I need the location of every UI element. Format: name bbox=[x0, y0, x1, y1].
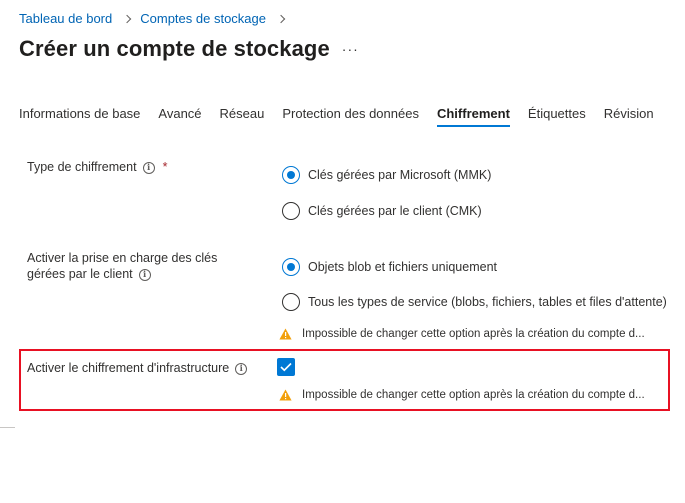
cmk-support-label: Activer la prise en charge des clés géré… bbox=[27, 250, 217, 282]
tab-review[interactable]: Révision bbox=[604, 106, 654, 127]
radio-label: Objets blob et fichiers uniquement bbox=[308, 260, 497, 274]
warning-text: Impossible de changer cette option après… bbox=[302, 389, 645, 401]
infrastructure-warning-message: Impossible de changer cette option après… bbox=[279, 389, 645, 401]
radio-microsoft-managed-keys[interactable]: Clés gérées par Microsoft (MMK) bbox=[282, 166, 491, 184]
radio-label: Clés gérées par le client (CMK) bbox=[308, 204, 482, 218]
radio-blobs-files-only[interactable]: Objets blob et fichiers uniquement bbox=[282, 258, 497, 276]
tab-advanced[interactable]: Avancé bbox=[158, 106, 201, 127]
tab-networking[interactable]: Réseau bbox=[220, 106, 265, 127]
infrastructure-encryption-checkbox[interactable] bbox=[277, 358, 295, 376]
page-title: Créer un compte de stockage bbox=[19, 36, 330, 61]
wizard-tabs: Informations de base Avancé Réseau Prote… bbox=[19, 106, 672, 127]
breadcrumb: Tableau de bord Comptes de stockage bbox=[19, 11, 294, 26]
warning-triangle-icon bbox=[279, 389, 292, 401]
tab-data-protection[interactable]: Protection des données bbox=[282, 106, 419, 127]
infrastructure-encryption-label: Activer le chiffrement d'infrastructure i bbox=[27, 360, 248, 376]
required-marker: * bbox=[162, 160, 168, 174]
breadcrumb-storage-accounts-link[interactable]: Comptes de stockage bbox=[140, 11, 266, 26]
radio-button[interactable] bbox=[282, 293, 300, 311]
radio-label: Tous les types de service (blobs, fichie… bbox=[308, 295, 667, 309]
divider bbox=[0, 427, 15, 428]
infrastructure-encryption-label-text: Activer le chiffrement d'infrastructure bbox=[27, 361, 230, 375]
radio-button-selected[interactable] bbox=[282, 166, 300, 184]
highlight-box bbox=[19, 349, 670, 411]
title-row: Créer un compte de stockage ··· bbox=[19, 36, 359, 62]
breadcrumb-dashboard-link[interactable]: Tableau de bord bbox=[19, 11, 112, 26]
radio-button-selected[interactable] bbox=[282, 258, 300, 276]
info-icon[interactable]: i bbox=[235, 363, 248, 375]
info-icon[interactable]: i bbox=[138, 269, 151, 281]
warning-triangle-icon bbox=[279, 328, 292, 340]
radio-button[interactable] bbox=[282, 202, 300, 220]
more-options-button[interactable]: ··· bbox=[342, 41, 359, 57]
radio-customer-managed-keys[interactable]: Clés gérées par le client (CMK) bbox=[282, 202, 482, 220]
warning-text: Impossible de changer cette option après… bbox=[302, 328, 645, 340]
cmk-support-label-line1: Activer la prise en charge des clés bbox=[27, 251, 218, 265]
encryption-type-label: Type de chiffrement i * bbox=[27, 159, 167, 175]
tab-encryption[interactable]: Chiffrement bbox=[436, 106, 510, 127]
cmk-support-label-line2: gérées par le client bbox=[27, 267, 133, 281]
encryption-type-label-text: Type de chiffrement bbox=[27, 160, 137, 174]
info-icon[interactable]: i bbox=[142, 162, 155, 174]
tab-basics[interactable]: Informations de base bbox=[19, 106, 140, 127]
radio-label: Clés gérées par Microsoft (MMK) bbox=[308, 168, 492, 182]
cmk-warning-message: Impossible de changer cette option après… bbox=[279, 328, 645, 340]
chevron-right-icon bbox=[123, 14, 132, 23]
tab-tags[interactable]: Étiquettes bbox=[528, 106, 586, 127]
chevron-right-icon bbox=[276, 14, 286, 23]
radio-all-service-types[interactable]: Tous les types de service (blobs, fichie… bbox=[282, 293, 667, 311]
checkmark-icon bbox=[280, 362, 292, 372]
